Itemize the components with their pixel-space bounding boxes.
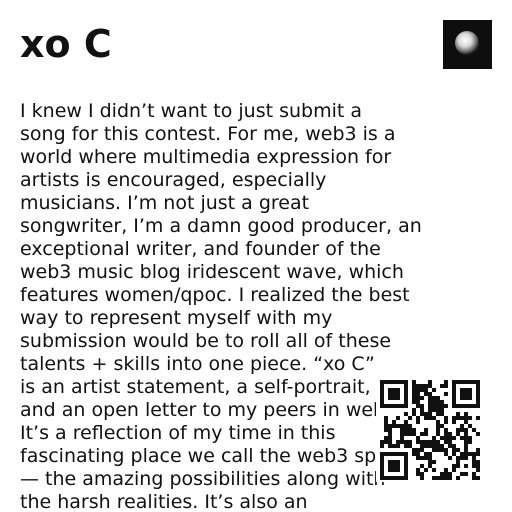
description-line: musicians. I’m not just a great [20,192,310,214]
description-line: song for this contest. For me, web3 is a [20,123,396,145]
description-line: world where multimedia expression for [20,146,392,168]
qr-code-icon [380,380,480,480]
description-line: submission would be to roll all of these [20,330,392,352]
orb-image-icon [443,20,492,69]
description-line: web3 music blog iridescent wave, which [20,261,404,283]
description-line: exceptional writer, and founder of the [20,238,381,260]
page-title: xo C [20,22,112,66]
description-line: the harsh realities. It’s also an [20,491,308,512]
description-line: songwriter, I’m a damn good producer, an [20,215,422,237]
description-line: I knew I didn’t want to just submit a [20,100,363,122]
qr-code[interactable] [376,378,484,482]
description-line: features women/qpoc. I realized the best [20,284,410,306]
thumbnail-image[interactable] [443,20,492,69]
description-line: talents + skills into one piece. “xo C” [20,353,375,375]
description-line: way to represent myself with my [20,307,333,329]
description-line: artists is encouraged, especially [20,169,327,191]
